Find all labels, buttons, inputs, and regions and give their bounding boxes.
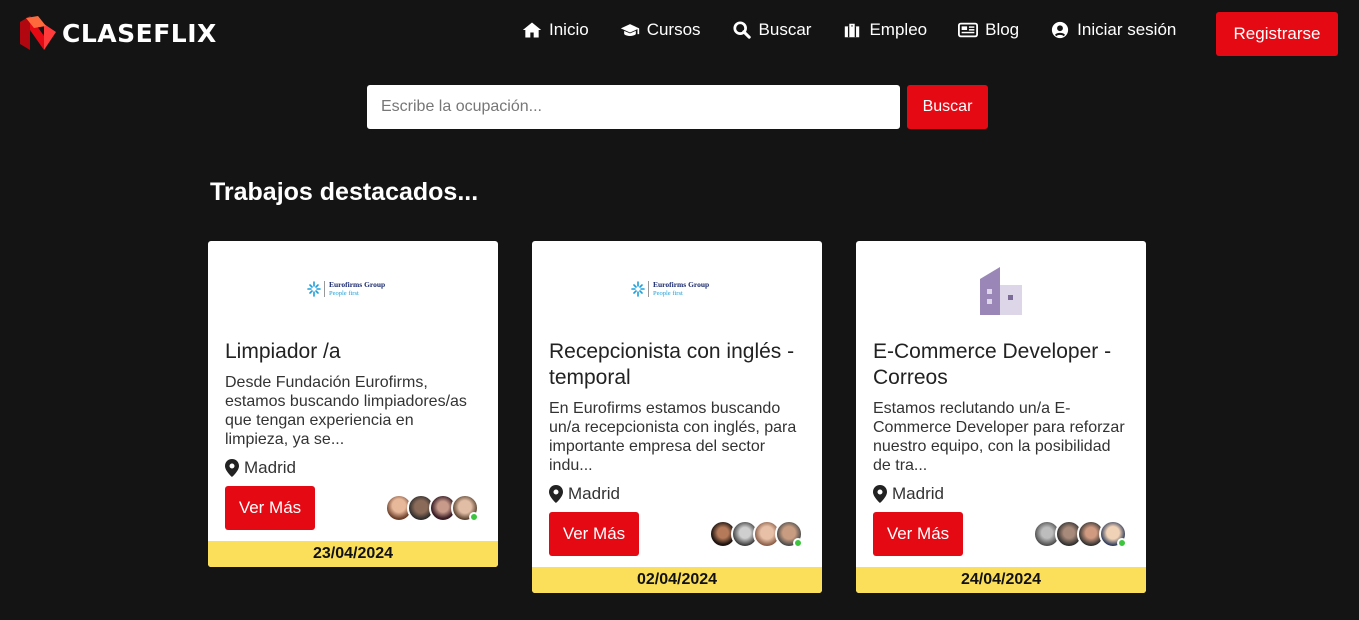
eurofirms-logo-icon: Eurofirms Group People first bbox=[631, 280, 709, 297]
search-button[interactable]: Buscar bbox=[907, 85, 988, 129]
map-pin-icon bbox=[225, 459, 239, 477]
online-indicator bbox=[793, 538, 803, 548]
nav-item-label: Empleo bbox=[869, 20, 928, 39]
job-date: 02/04/2024 bbox=[532, 567, 822, 593]
job-location: Madrid bbox=[873, 484, 1129, 504]
avatar bbox=[775, 520, 803, 548]
nav-item-label: Iniciar sesión bbox=[1077, 20, 1177, 39]
logo-text-line1: Eurofirms Group bbox=[329, 280, 385, 289]
newspaper-icon bbox=[958, 22, 979, 38]
job-description: Estamos reclutando un/a E-Commerce Devel… bbox=[873, 400, 1125, 474]
company-logo: Eurofirms Group People first bbox=[532, 241, 822, 339]
job-date: 24/04/2024 bbox=[856, 567, 1146, 593]
location-text: Madrid bbox=[244, 458, 296, 477]
briefcase-icon bbox=[845, 23, 860, 38]
claseflix-logo-icon bbox=[20, 16, 56, 50]
top-navbar: CLASEFLIX Inicio Cursos Buscar Empleo Bl… bbox=[0, 0, 1359, 64]
job-location: Madrid bbox=[549, 484, 805, 504]
brand-name: CLASEFLIX bbox=[62, 18, 217, 48]
eurofirms-logo-icon: Eurofirms Group People first bbox=[307, 280, 385, 297]
nav-item-buscar[interactable]: Buscar bbox=[732, 20, 812, 40]
nav-item-label: Buscar bbox=[758, 20, 812, 39]
building-icon bbox=[980, 267, 1022, 315]
map-pin-icon bbox=[549, 485, 563, 503]
job-description: Desde Fundación Eurofirms, estamos busca… bbox=[225, 374, 467, 448]
avatar bbox=[451, 494, 479, 522]
job-card: Eurofirms Group People first Recepcionis… bbox=[532, 241, 822, 593]
nav-item-cursos[interactable]: Cursos bbox=[620, 20, 701, 40]
nav-item-blog[interactable]: Blog bbox=[958, 20, 1019, 40]
brand-logo[interactable]: CLASEFLIX bbox=[16, 12, 217, 54]
search-icon bbox=[732, 21, 751, 39]
nav-item-empleo[interactable]: Empleo bbox=[842, 20, 927, 40]
online-indicator bbox=[1117, 538, 1127, 548]
applicant-avatars bbox=[385, 494, 479, 522]
avatar bbox=[1099, 520, 1127, 548]
job-title: Limpiador /a bbox=[225, 340, 341, 363]
online-indicator bbox=[469, 512, 479, 522]
job-title: E-Commerce Developer - Correos bbox=[873, 340, 1112, 389]
logo-text-line2: People first bbox=[653, 290, 683, 297]
ver-mas-button[interactable]: Ver Más bbox=[873, 512, 963, 556]
graduation-cap-icon bbox=[620, 24, 639, 37]
location-text: Madrid bbox=[892, 484, 944, 503]
logo-text-line2: People first bbox=[329, 290, 359, 297]
nav-item-label: Cursos bbox=[646, 20, 701, 39]
company-logo: Eurofirms Group People first bbox=[208, 241, 498, 339]
nav-item-login[interactable]: Iniciar sesión bbox=[1050, 20, 1176, 40]
location-text: Madrid bbox=[568, 484, 620, 503]
section-title: Trabajos destacados... bbox=[210, 178, 479, 206]
job-description: En Eurofirms estamos buscando un/a recep… bbox=[549, 400, 797, 474]
job-date: 23/04/2024 bbox=[208, 541, 498, 567]
nav-item-inicio[interactable]: Inicio bbox=[522, 20, 589, 40]
job-title: Recepcionista con inglés - temporal bbox=[549, 340, 795, 389]
applicant-avatars bbox=[709, 520, 803, 548]
applicant-avatars bbox=[1033, 520, 1127, 548]
job-location: Madrid bbox=[225, 458, 481, 478]
ver-mas-button[interactable]: Ver Más bbox=[225, 486, 315, 530]
main-nav: Inicio Cursos Buscar Empleo Blog Iniciar… bbox=[522, 20, 1176, 40]
logo-text-line1: Eurofirms Group bbox=[653, 280, 709, 289]
map-pin-icon bbox=[873, 485, 887, 503]
company-logo bbox=[856, 241, 1146, 339]
user-circle-icon bbox=[1052, 21, 1069, 39]
home-icon bbox=[522, 22, 542, 38]
ver-mas-button[interactable]: Ver Más bbox=[549, 512, 639, 556]
nav-item-label: Blog bbox=[985, 20, 1020, 39]
job-card: E-Commerce Developer - Correos Estamos r… bbox=[856, 241, 1146, 593]
job-card: Eurofirms Group People first Limpiador /… bbox=[208, 241, 498, 567]
register-button[interactable]: Registrarse bbox=[1216, 12, 1338, 56]
nav-item-label: Inicio bbox=[549, 20, 589, 39]
occupation-search-input[interactable] bbox=[367, 85, 900, 129]
